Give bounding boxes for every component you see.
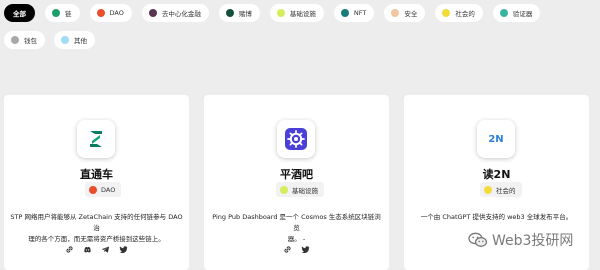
filter-chip-all[interactable]: 全部 [4, 4, 35, 22]
filter-chip-label: 社会的 [455, 10, 475, 18]
read2n-logo-text: 2N [488, 133, 504, 145]
project-card[interactable]: 平酒吧 基础设施 Ping Pub Dashboard 是一个 Cosmos 生… [204, 95, 389, 270]
project-title: 直通车 [80, 168, 113, 181]
social-links [204, 245, 389, 254]
filter-chip-label: 链 [65, 10, 72, 18]
filter-chip-nft[interactable]: NFT [333, 4, 375, 22]
filter-chip-dao[interactable]: DAO [89, 4, 132, 22]
category-dot-icon [499, 9, 508, 17]
category-dot-icon [148, 9, 157, 17]
wechat-icon [468, 232, 488, 247]
filter-chip-defi[interactable]: 去中心化金融 [141, 4, 209, 22]
filter-chip-label: DAO [109, 9, 124, 17]
category-dot-icon [11, 36, 19, 44]
filter-chip-label: NFT [353, 9, 367, 17]
watermark: Web3投研网 [468, 230, 573, 250]
project-description: Ping Pub Dashboard 是一个 Cosmos 生态系统区块链浏览 … [204, 212, 389, 245]
telegram-icon[interactable] [101, 245, 110, 254]
category-dot-icon [280, 185, 288, 194]
category-dot-icon [391, 9, 400, 17]
discord-icon[interactable] [83, 245, 92, 254]
category-dot-icon [225, 9, 234, 17]
twitter-icon[interactable] [301, 245, 310, 254]
project-card[interactable]: 直通车 DAO STP 网络用户将能够从 ZetaChain 支持的任何链参与 … [4, 95, 189, 270]
description-line: STP 网络用户将能够从 ZetaChain 支持的任何链参与 DAO 治 [10, 213, 183, 232]
filter-chip-label: 安全 [404, 10, 418, 18]
watermark-text: Web3投研网 [492, 233, 574, 249]
filter-chip-label: 基础设施 [289, 10, 316, 18]
filter-chip-gambling[interactable]: 赌博 [218, 4, 260, 22]
category-dot-icon [340, 9, 349, 17]
category-filter-bar: 全部 链 DAO 去中心化金融 赌博 基础设施 NFT 安全 社会的 验证器 钱… [4, 4, 600, 58]
description-line: Ping Pub Dashboard 是一个 Cosmos 生态系统区块链浏览 [212, 213, 381, 232]
filter-chip-security[interactable]: 安全 [384, 4, 426, 22]
filter-chip-social[interactable]: 社会的 [435, 4, 483, 22]
category-dot-icon [89, 185, 97, 194]
twitter-icon[interactable] [119, 245, 128, 254]
filter-chip-label: 赌博 [238, 10, 252, 18]
filter-chip-wallet[interactable]: 钱包 [4, 31, 45, 49]
link-icon[interactable] [65, 245, 74, 254]
category-tag[interactable]: 基础设施 [276, 182, 324, 197]
category-dot-icon [442, 9, 451, 17]
read2n-logo-icon: 2N [477, 120, 515, 158]
ping-pub-logo-icon [277, 120, 315, 158]
project-title: 平酒吧 [280, 168, 313, 181]
project-description: 一个由 ChatGPT 提供支持的 web3 全球发布平台。 [404, 212, 589, 223]
filter-chip-label: 验证器 [512, 10, 533, 18]
filter-chip-other[interactable]: 其他 [54, 31, 95, 49]
filter-chip-infrastructure[interactable]: 基础设施 [269, 4, 324, 22]
filter-chip-label: 钱包 [24, 37, 37, 45]
category-tag[interactable]: 社会的 [480, 182, 522, 197]
social-links [4, 245, 189, 254]
filter-chip-label: 去中心化金融 [161, 10, 201, 18]
category-tag[interactable]: DAO [85, 182, 122, 197]
filter-row-2: 钱包 其他 [4, 31, 600, 49]
project-title: 读2N [482, 168, 511, 181]
category-dot-icon [61, 36, 69, 44]
category-dot-icon [484, 185, 492, 194]
category-tag-label: DAO [101, 185, 116, 194]
link-icon[interactable] [283, 245, 292, 254]
description-line: 理的各个方面，而无需将资产桥接到这些链上。 [28, 235, 165, 243]
category-tag-label: 基础设施 [292, 186, 318, 195]
category-dot-icon [96, 9, 105, 17]
description-line: 一个由 ChatGPT 提供支持的 web3 全球发布平台。 [420, 213, 573, 221]
category-tag-label: 社会的 [496, 186, 516, 195]
zetachain-logo-icon [77, 120, 115, 158]
filter-chip-label: 其他 [74, 37, 87, 45]
filter-row-1: 全部 链 DAO 去中心化金融 赌博 基础设施 NFT 安全 社会的 验证器 [4, 4, 600, 22]
category-dot-icon [52, 9, 60, 17]
filter-chip-chain[interactable]: 链 [45, 4, 80, 22]
filter-chip-validator[interactable]: 验证器 [492, 4, 541, 22]
description-line: 器。 - [287, 235, 306, 243]
category-dot-icon [276, 9, 285, 17]
filter-chip-label: 全部 [13, 10, 26, 18]
project-description: STP 网络用户将能够从 ZetaChain 支持的任何链参与 DAO 治 理的… [4, 212, 189, 245]
